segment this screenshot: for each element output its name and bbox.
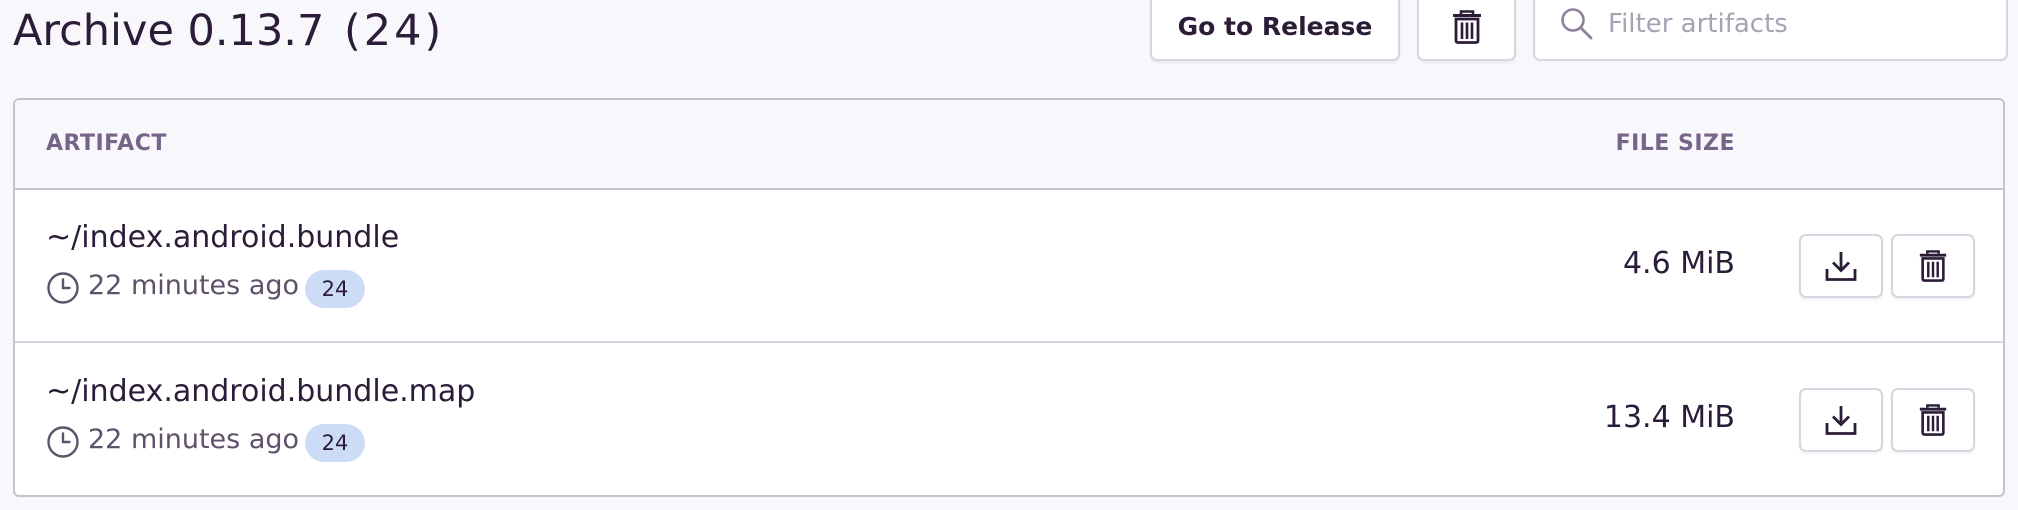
table-row: ~/index.android.bundle.map 22 minutes ag… [15, 344, 2003, 495]
table-row: ~/index.android.bundle 22 minutes ago 24… [15, 190, 2003, 343]
download-icon [1825, 406, 1857, 435]
download-icon [1825, 252, 1857, 281]
artifact-file-size: 4.6 MiB [1622, 246, 1735, 281]
artifact-timestamp: 22 minutes ago [88, 270, 300, 301]
download-button[interactable] [1799, 234, 1883, 298]
page-title: Archive 0.13.7 (24) [13, 4, 444, 58]
delete-all-button[interactable] [1417, 0, 1516, 61]
go-to-release-button[interactable]: Go to Release [1150, 0, 1400, 61]
artifact-timestamp: 22 minutes ago [88, 424, 300, 455]
release-title: Archive 0.13.7 [13, 6, 325, 56]
search-icon [1561, 8, 1593, 40]
artifact-count: (24) [344, 6, 445, 56]
search-box[interactable] [1533, 0, 2008, 61]
artifact-name: ~/index.android.bundle [46, 220, 400, 255]
trash-icon [1919, 250, 1947, 282]
column-header-file-size: FILE SIZE [1615, 131, 1735, 156]
trash-icon [1452, 9, 1481, 44]
search-input[interactable] [1608, 2, 1993, 46]
clock-icon [47, 426, 79, 458]
count-badge: 24 [305, 270, 365, 308]
go-to-release-label: Go to Release [1177, 12, 1373, 41]
download-button[interactable] [1799, 388, 1883, 452]
artifact-name: ~/index.android.bundle.map [46, 374, 476, 409]
column-header-artifact: ARTIFACT [46, 131, 167, 156]
clock-icon [47, 272, 79, 304]
delete-artifact-button[interactable] [1891, 388, 1975, 452]
table-header: ARTIFACT FILE SIZE [15, 100, 2003, 190]
trash-icon [1919, 404, 1947, 436]
count-badge: 24 [305, 424, 365, 462]
artifact-file-size: 13.4 MiB [1603, 400, 1735, 435]
delete-artifact-button[interactable] [1891, 234, 1975, 298]
artifacts-panel: ARTIFACT FILE SIZE ~/index.android.bundl… [13, 98, 2005, 497]
